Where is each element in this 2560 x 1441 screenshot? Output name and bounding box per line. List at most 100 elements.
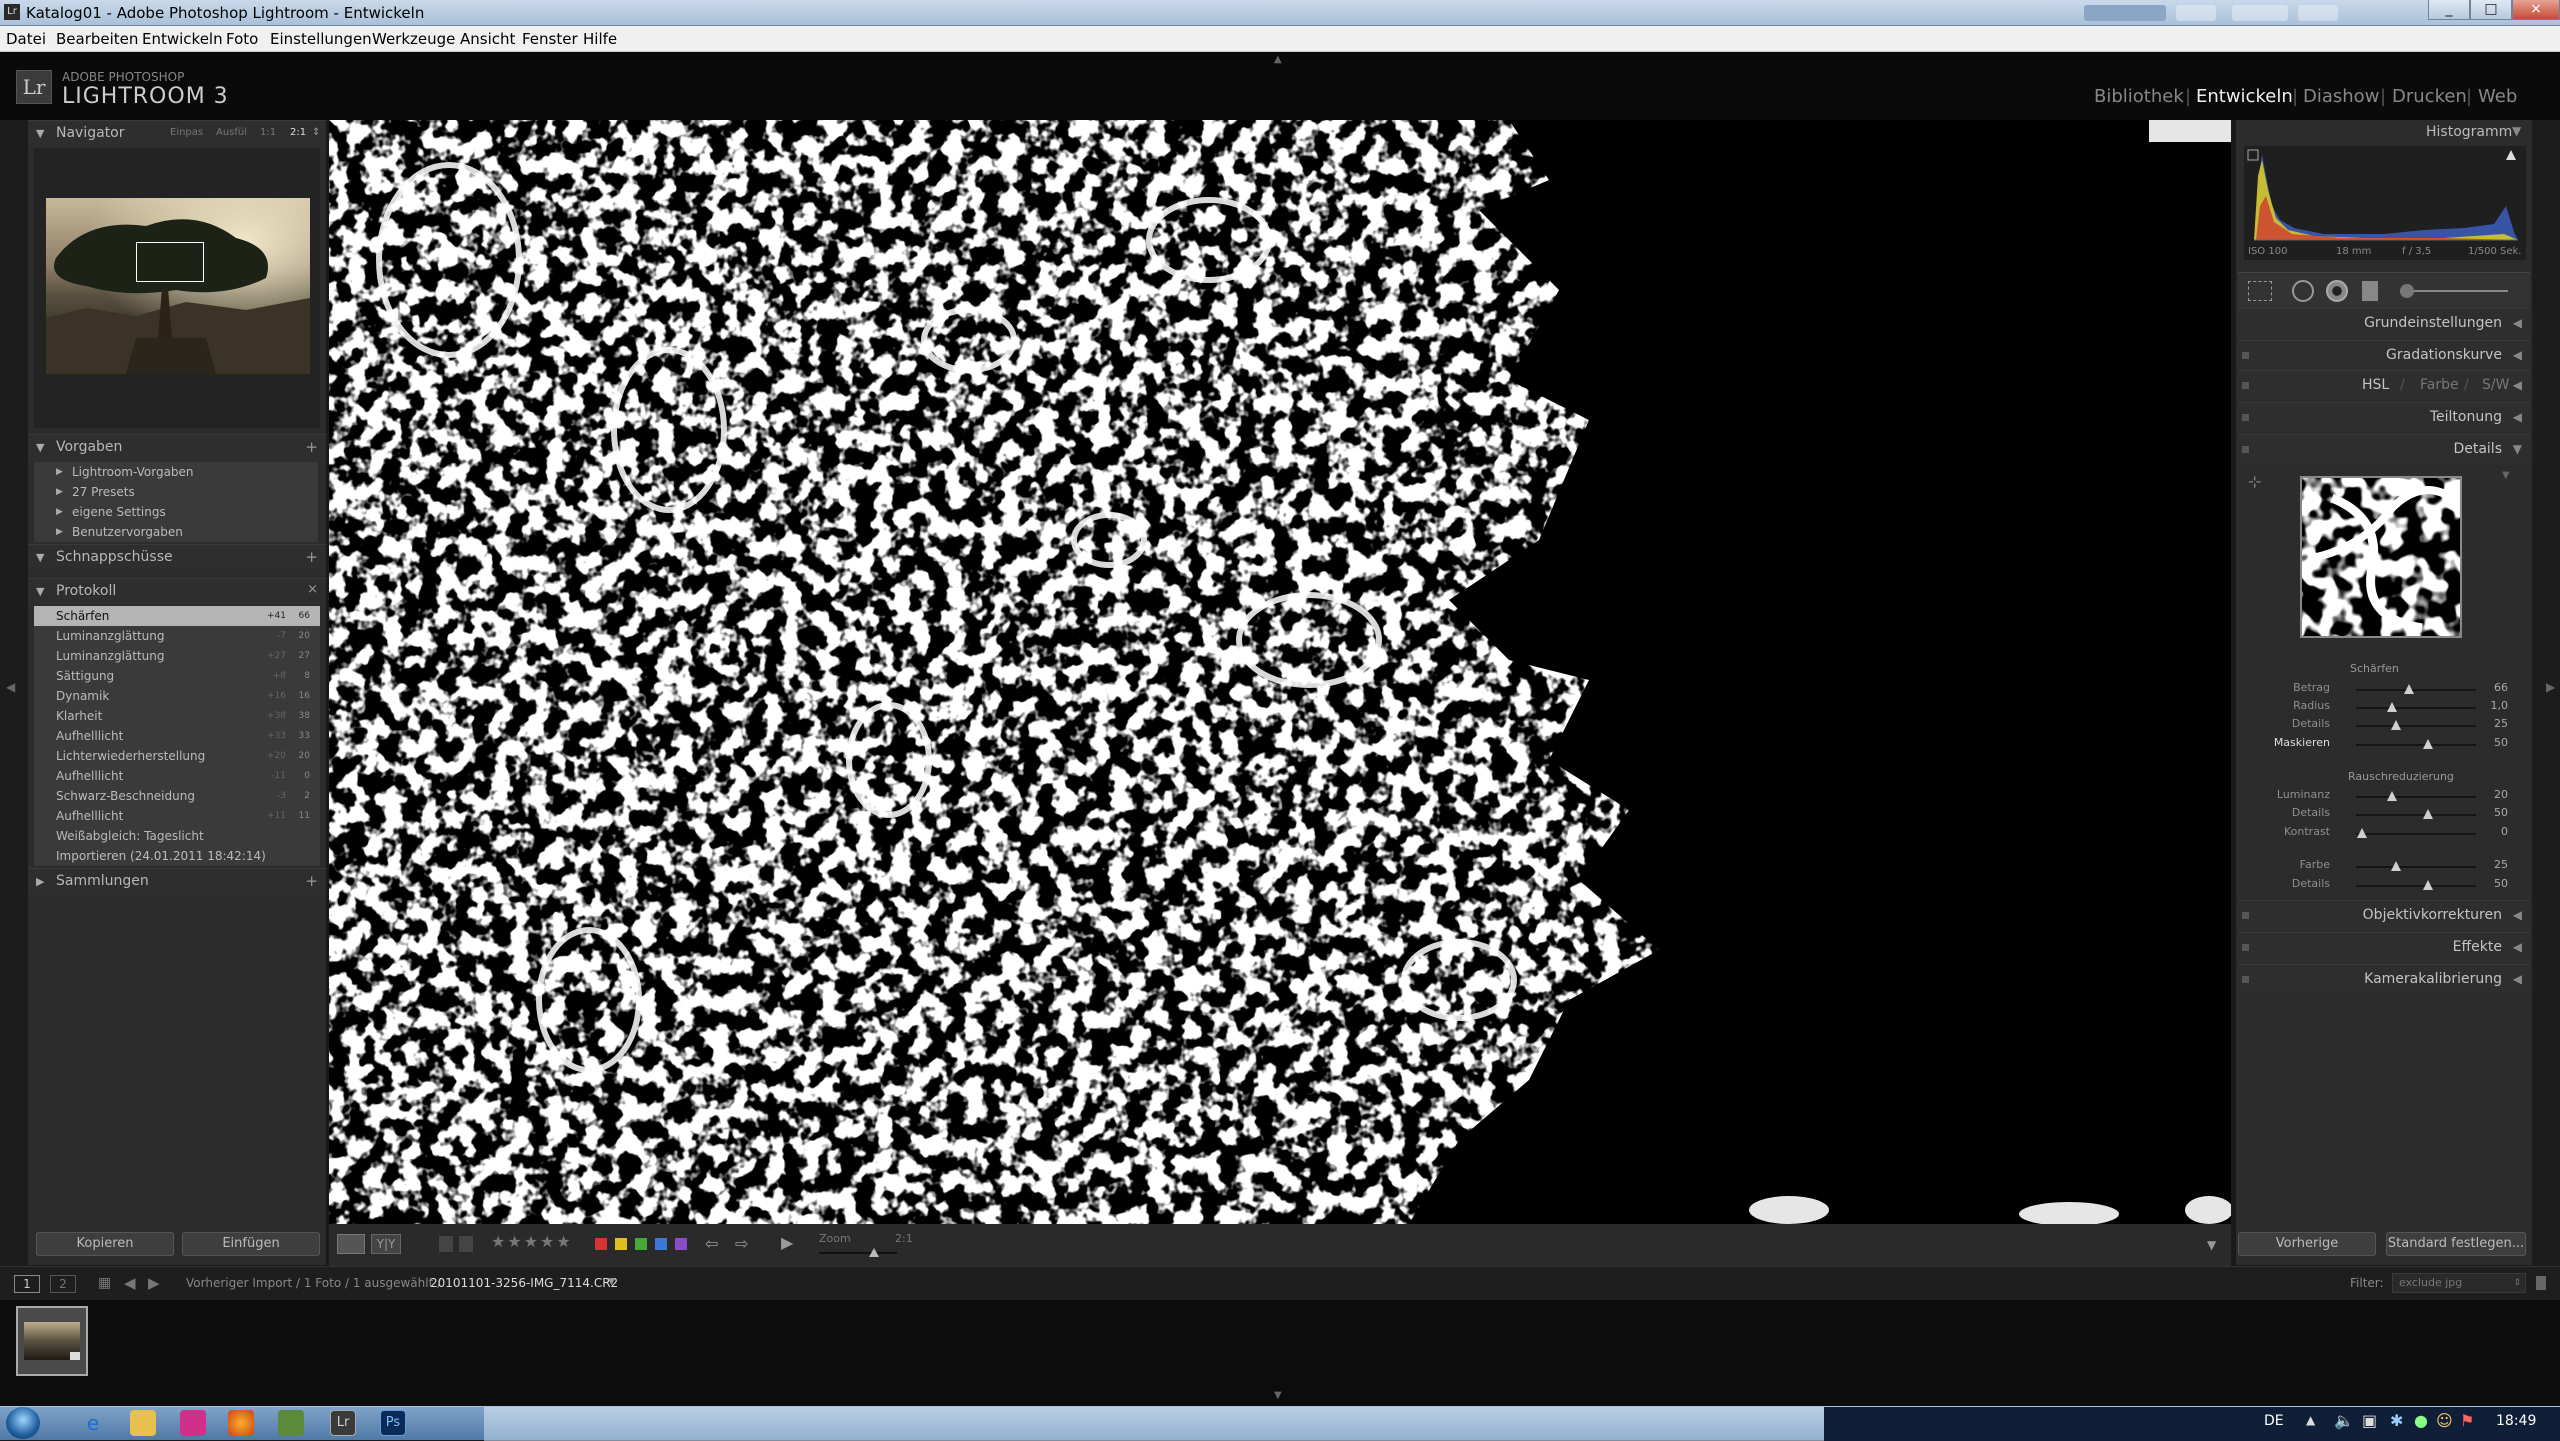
presets-header[interactable]: ▼ Vorgaben + bbox=[28, 434, 326, 460]
nav-fill-option[interactable]: Ausfül bbox=[216, 127, 247, 138]
clear-history-icon[interactable]: × bbox=[307, 582, 318, 597]
before-after-button[interactable]: Y|Y bbox=[371, 1234, 401, 1254]
panel-switch-icon[interactable] bbox=[2242, 912, 2249, 919]
paste-button[interactable]: Einfügen bbox=[182, 1232, 320, 1256]
split-toning-header[interactable]: Teiltonung ◀ bbox=[2238, 402, 2530, 432]
grid-view-icon[interactable]: ▦ bbox=[98, 1275, 111, 1291]
collapse-right-icon[interactable]: ▶ bbox=[2546, 680, 2555, 694]
internet-explorer-icon[interactable]: e bbox=[80, 1410, 106, 1436]
panel-switch-icon[interactable] bbox=[2242, 352, 2249, 359]
copy-button[interactable]: Kopieren bbox=[36, 1232, 174, 1256]
collapse-bottom-icon[interactable]: ▼ bbox=[1274, 1390, 1282, 1401]
photoshop-taskbar-icon[interactable]: Ps bbox=[380, 1410, 406, 1436]
current-filename[interactable]: 20101101-3256-IMG_7114.CR2 bbox=[430, 1276, 618, 1290]
detail-zoom-preview[interactable] bbox=[2300, 476, 2462, 638]
minimize-button[interactable]: _ bbox=[2428, 0, 2470, 20]
menu-werkzeuge[interactable]: Werkzeuge bbox=[372, 30, 455, 48]
menu-bearbeiten[interactable]: Bearbeiten bbox=[56, 30, 138, 48]
slider-knob[interactable] bbox=[2423, 739, 2433, 749]
panel-switch-icon[interactable] bbox=[2242, 976, 2249, 983]
panel-switch-icon[interactable] bbox=[2242, 446, 2249, 453]
window-2-button[interactable]: 2 bbox=[50, 1275, 76, 1293]
clock[interactable]: 18:49 bbox=[2496, 1413, 2536, 1429]
snapshots-header[interactable]: ▼ Schnappschüsse + bbox=[28, 544, 326, 570]
details-header[interactable]: Details ▼ bbox=[2238, 434, 2530, 464]
media-app-icon[interactable] bbox=[180, 1410, 206, 1436]
slider-knob[interactable] bbox=[2357, 828, 2367, 838]
previous-settings-button[interactable]: Vorherige bbox=[2238, 1232, 2376, 1256]
slider-value[interactable]: 1,0 bbox=[2491, 699, 2509, 712]
tray-expand-icon[interactable]: ▲ bbox=[2306, 1413, 2315, 1427]
preset-folder[interactable]: ▶ 27 Presets bbox=[34, 482, 318, 502]
app-icon[interactable] bbox=[278, 1410, 304, 1436]
maximize-button[interactable]: □ bbox=[2470, 0, 2512, 20]
slider-value[interactable]: 50 bbox=[2494, 877, 2508, 890]
graduated-filter-icon[interactable] bbox=[2362, 281, 2378, 301]
module-diashow[interactable]: Diashow bbox=[2303, 86, 2379, 107]
history-item[interactable]: Lichterwiederherstellung +20 20 bbox=[34, 746, 320, 766]
next-arrow-icon[interactable]: ⇨ bbox=[735, 1234, 748, 1253]
red-eye-icon[interactable] bbox=[2326, 280, 2348, 302]
history-item[interactable]: Luminanzglättung -7 20 bbox=[34, 626, 320, 646]
slider-value[interactable]: 66 bbox=[2494, 681, 2508, 694]
quick-button[interactable] bbox=[2176, 5, 2216, 21]
forward-arrow-icon[interactable]: ▶ bbox=[148, 1274, 160, 1292]
slider-knob[interactable] bbox=[2387, 791, 2397, 801]
nav-zoom-menu-icon[interactable]: ⇕ bbox=[312, 127, 320, 138]
loupe-view-button[interactable] bbox=[337, 1234, 365, 1254]
history-header[interactable]: ▼ Protokoll × bbox=[28, 578, 326, 604]
slider-track[interactable] bbox=[2356, 744, 2476, 746]
calibration-header[interactable]: Kamerakalibrierung ◀ bbox=[2238, 964, 2530, 994]
slider-knob[interactable] bbox=[2423, 880, 2433, 890]
module-drucken[interactable]: Drucken bbox=[2392, 86, 2467, 107]
spot-removal-icon[interactable] bbox=[2292, 280, 2314, 302]
slider-value[interactable]: 50 bbox=[2494, 736, 2508, 749]
menu-foto[interactable]: Foto bbox=[226, 30, 258, 48]
tab-hsl[interactable]: HSL bbox=[2362, 377, 2389, 393]
color-label-icon[interactable] bbox=[595, 1238, 607, 1250]
module-web[interactable]: Web bbox=[2478, 86, 2517, 107]
slider-knob[interactable] bbox=[2391, 861, 2401, 871]
navigator-view-rect[interactable] bbox=[136, 242, 204, 282]
history-item[interactable]: Dynamik +16 16 bbox=[34, 686, 320, 706]
zoom-slider-track[interactable] bbox=[819, 1252, 897, 1254]
add-collection-icon[interactable]: + bbox=[305, 872, 318, 890]
tray-app-icon[interactable]: ✱ bbox=[2390, 1411, 2403, 1430]
slider-knob[interactable] bbox=[2423, 809, 2433, 819]
lens-corrections-header[interactable]: Objektivkorrekturen ◀ bbox=[2238, 900, 2530, 930]
back-arrow-icon[interactable]: ◀ bbox=[124, 1274, 136, 1292]
play-icon[interactable]: ▶ bbox=[781, 1233, 793, 1252]
color-label-icon[interactable] bbox=[635, 1238, 647, 1250]
main-image-view[interactable] bbox=[329, 120, 2231, 1224]
firefox-icon[interactable] bbox=[228, 1410, 254, 1436]
nav-2to1-option[interactable]: 2:1 bbox=[290, 127, 306, 138]
preset-folder[interactable]: ▶ Benutzervorgaben bbox=[34, 522, 318, 542]
brush-handle-icon[interactable] bbox=[2400, 284, 2414, 298]
shadow-clip-indicator[interactable] bbox=[2247, 149, 2259, 161]
tray-app-icon[interactable]: ● bbox=[2414, 1411, 2428, 1430]
crop-tool-icon[interactable] bbox=[2248, 281, 2272, 301]
slider-knob[interactable] bbox=[2387, 702, 2397, 712]
start-button[interactable] bbox=[6, 1407, 40, 1439]
preset-folder[interactable]: ▶ Lightroom-Vorgaben bbox=[34, 462, 318, 482]
tab-bw[interactable]: S/W bbox=[2482, 377, 2509, 393]
quick-button[interactable] bbox=[2084, 5, 2166, 21]
panel-switch-icon[interactable] bbox=[2242, 414, 2249, 421]
preset-folder[interactable]: ▶ eigene Settings bbox=[34, 502, 318, 522]
right-edge[interactable]: ▶ bbox=[2532, 120, 2560, 1265]
histogram-box[interactable]: ISO 100 18 mm f / 3,5 1/500 Sek. bbox=[2244, 146, 2526, 260]
history-item[interactable]: Aufhelllicht +11 11 bbox=[34, 806, 320, 826]
color-label-icon[interactable] bbox=[655, 1238, 667, 1250]
history-item[interactable]: Schärfen +41 66 bbox=[34, 606, 320, 626]
window-1-button[interactable]: 1 bbox=[14, 1275, 40, 1293]
module-bibliothek[interactable]: Bibliothek bbox=[2094, 86, 2184, 107]
source-path[interactable]: Vorheriger Import / 1 Foto / 1 ausgewähl… bbox=[186, 1276, 441, 1290]
slider-value[interactable]: 25 bbox=[2494, 858, 2508, 871]
filename-dropdown-icon[interactable]: ▼ bbox=[608, 1277, 615, 1287]
flag-icon[interactable]: ⚑ bbox=[2460, 1411, 2474, 1430]
filter-lock-icon[interactable] bbox=[2536, 1276, 2546, 1290]
slider-knob[interactable] bbox=[2404, 684, 2414, 694]
history-item[interactable]: Weißabgleich: Tageslicht bbox=[34, 826, 320, 846]
filmstrip-thumbnail[interactable] bbox=[16, 1306, 88, 1376]
basic-panel-header[interactable]: Grundeinstellungen ◀ bbox=[2238, 308, 2530, 338]
